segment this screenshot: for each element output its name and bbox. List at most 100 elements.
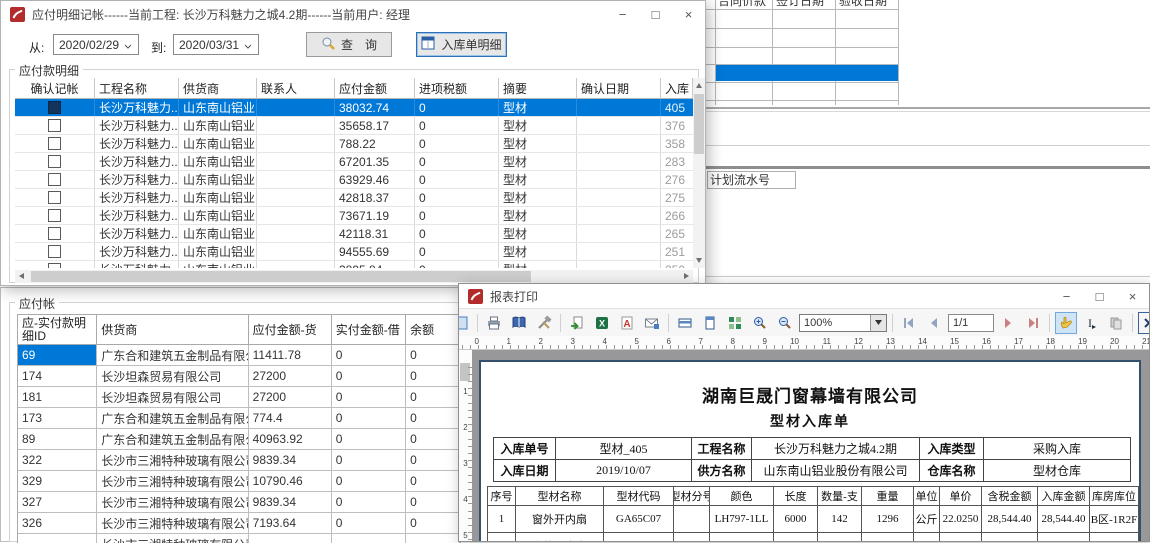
ruler-number: 21 [1119, 336, 1149, 349]
whole-page-icon[interactable] [699, 312, 721, 334]
next-page-button[interactable] [997, 312, 1019, 334]
confirm-checkbox[interactable] [48, 227, 61, 240]
first-page-button[interactable] [898, 312, 920, 334]
page-width-icon[interactable] [674, 312, 696, 334]
dropdown-arrow-icon[interactable] [870, 315, 886, 331]
bg-selected-row[interactable] [716, 65, 898, 81]
table-row[interactable]: 326 长沙市三湘特种玻璃有限公司 7193.64 0 0 [18, 513, 460, 534]
payable-titlebar[interactable]: 应付明细记帐------当前工程: 长沙万科魅力之城4.2期------当前用户… [1, 1, 705, 27]
maximize-button[interactable]: □ [639, 1, 672, 27]
maximize-button[interactable]: □ [1083, 284, 1116, 308]
open-book-icon[interactable] [508, 312, 530, 334]
scroll-left-icon[interactable] [19, 273, 24, 279]
ruler-number: 20 [1087, 336, 1119, 349]
table-row[interactable]: 长沙万科魅力... 山东南山铝业... 788.22 0 型材 358 [15, 135, 693, 153]
col-header[interactable]: 供货商 [97, 315, 248, 344]
col-header[interactable]: 供货商 [179, 78, 257, 98]
ruler-number: 9 [735, 336, 767, 349]
scrollbar-thumb[interactable] [694, 94, 704, 154]
paid-amount-cell: 0 [332, 366, 406, 386]
minimize-button[interactable]: − [1050, 284, 1083, 308]
table-row[interactable]: 长沙万科魅力... 山东南山铝业... 35658.17 0 型材 376 [15, 117, 693, 135]
scroll-down-icon[interactable] [696, 258, 702, 263]
col-header[interactable]: 入库 [661, 78, 693, 98]
email-icon[interactable] [641, 312, 663, 334]
minimize-button[interactable]: − [606, 1, 639, 27]
export-icon[interactable] [566, 312, 588, 334]
scroll-up-icon[interactable] [696, 83, 702, 88]
table-row[interactable]: 69 广东合和建筑五金制品有限公司 11411.78 0 0 [18, 345, 460, 366]
pdf-export-icon[interactable]: A [616, 312, 638, 334]
table-row[interactable]: 长沙万科魅力... 山东南山铝业... 3895.84 0 型材 250 [15, 261, 693, 268]
table-row[interactable]: 329 长沙市三湘特种玻璃有限公司 10790.46 0 0 [18, 471, 460, 492]
close-preview-button[interactable] [1138, 312, 1149, 334]
table-row[interactable]: 89 广东合和建筑五金制品有限公司 40963.92 0 0 [18, 429, 460, 450]
summary-cell: 型材 [499, 243, 577, 260]
to-label: 到: [151, 39, 166, 56]
col-header[interactable]: 余额 [406, 315, 460, 344]
table-row[interactable]: 181 长沙坦森贸易有限公司 27200 0 0 [18, 387, 460, 408]
scrollbar-thumb[interactable] [31, 271, 531, 282]
report-titlebar[interactable]: 报表打印 − □ × [459, 284, 1149, 308]
table-row[interactable]: 长沙万科魅力... 山东南山铝业... 38032.74 0 型材 405 [15, 99, 693, 117]
col-header[interactable]: 进项税额 [415, 78, 499, 98]
inbound-detail-button[interactable]: 入库单明细 [416, 32, 507, 57]
col-header[interactable]: 确认记帐 [15, 78, 95, 98]
text-select-button[interactable]: I [1080, 312, 1102, 334]
zoom-select[interactable]: 100% [799, 314, 887, 332]
from-date-select[interactable]: 2020/02/29 [53, 34, 139, 55]
design-icon[interactable] [459, 312, 472, 334]
table-row[interactable]: 长沙万科魅力... 山东南山铝业... 42818.37 0 型材 275 [15, 189, 693, 207]
scroll-right-icon[interactable] [684, 273, 689, 279]
table-row[interactable]: 长沙万科魅力... 山东南山铝业... 73671.19 0 型材 266 [15, 207, 693, 225]
table-row[interactable]: 322 长沙市三湘特种玻璃有限公司 9839.34 0 0 [18, 450, 460, 471]
confirm-checkbox[interactable] [48, 209, 61, 222]
close-button[interactable]: × [672, 1, 705, 27]
table-row[interactable]: 长沙万科魅力... 山东南山铝业... 94555.69 0 型材 251 [15, 243, 693, 261]
location-cell: B区-1R2F [1090, 506, 1138, 532]
confirm-checkbox[interactable] [48, 101, 61, 114]
multi-page-icon[interactable] [724, 312, 746, 334]
prev-page-button[interactable] [923, 312, 945, 334]
confirm-checkbox[interactable] [48, 137, 61, 150]
zoom-in-icon[interactable] [749, 312, 771, 334]
col-header[interactable]: 摘要 [499, 78, 577, 98]
close-button[interactable]: × [1116, 284, 1149, 308]
tax-cell: 0 [415, 117, 499, 134]
print-icon[interactable] [483, 312, 505, 334]
confirm-checkbox[interactable] [48, 119, 61, 132]
col-header[interactable]: 联系人 [257, 78, 335, 98]
table-row[interactable]: 长沙万科魅力... 山东南山铝业... 63929.46 0 型材 276 [15, 171, 693, 189]
options-tools-icon[interactable] [533, 312, 555, 334]
col-header[interactable]: 应付金额-货 [249, 315, 332, 344]
vertical-scrollbar[interactable] [693, 78, 705, 268]
last-page-button[interactable] [1022, 312, 1044, 334]
table-row[interactable]: 173 广东合和建筑五金制品有限公司 774.4 0 0 [18, 408, 460, 429]
table-row[interactable]: 327 长沙市三湘特种玻璃有限公司 9839.34 0 0 [18, 492, 460, 513]
copy-button[interactable] [1105, 312, 1127, 334]
plan-serial-field[interactable]: 计划流水号 [707, 171, 796, 189]
confirm-cell [15, 117, 95, 134]
excel-export-icon[interactable]: X [591, 312, 613, 334]
col-header[interactable]: 应-实付款明细ID [18, 315, 97, 344]
confirm-checkbox[interactable] [48, 245, 61, 258]
horizontal-scrollbar[interactable] [15, 270, 693, 283]
table-row[interactable]: 长沙万科魅力... 山东南山铝业... 67201.35 0 型材 283 [15, 153, 693, 171]
table-row[interactable]: 174 长沙坦森贸易有限公司 27200 0 0 [18, 366, 460, 387]
col-header[interactable]: 实付金额-借 [332, 315, 406, 344]
confirm-checkbox[interactable] [48, 155, 61, 168]
zoom-out-icon[interactable] [774, 312, 796, 334]
to-date-select[interactable]: 2020/03/31 [173, 34, 259, 55]
table-row[interactable]: 长沙万科魅力... 山东南山铝业... 42118.31 0 型材 265 [15, 225, 693, 243]
confirm-checkbox[interactable] [48, 263, 61, 268]
page-indicator-input[interactable]: 1/1 [948, 314, 994, 332]
col-header[interactable]: 应付金额 [335, 78, 415, 98]
weight-cell: 404 [862, 533, 914, 541]
col-header[interactable]: 工程名称 [95, 78, 179, 98]
payable-amount-cell: 27200 [249, 366, 332, 386]
search-button[interactable]: 查 询 [306, 32, 392, 57]
confirm-checkbox[interactable] [48, 173, 61, 186]
col-header[interactable]: 确认日期 [577, 78, 661, 98]
hand-tool-button[interactable] [1055, 312, 1077, 334]
confirm-checkbox[interactable] [48, 191, 61, 204]
